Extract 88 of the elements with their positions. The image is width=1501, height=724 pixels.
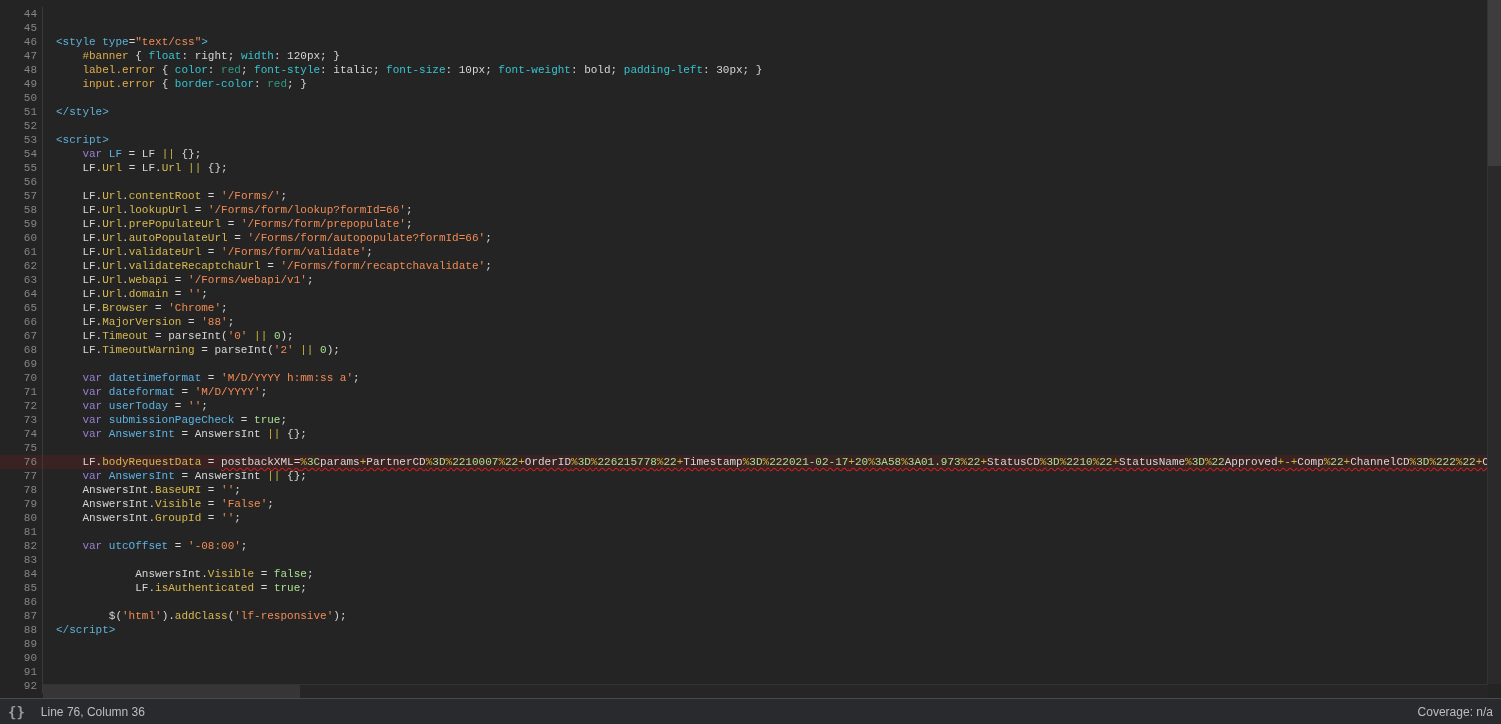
code-line: LF.MajorVersion = '88'; (81, 315, 236, 329)
line-number: 48 (0, 63, 43, 77)
line-number: 58 (0, 203, 43, 217)
code-line: LF.Url.domain = ''; (81, 287, 209, 301)
line-number: 84 (0, 567, 43, 581)
line-number: 82 (0, 539, 43, 553)
line-number: 74 (0, 427, 43, 441)
line-number: 69 (0, 357, 43, 371)
line-number: 89 (0, 637, 43, 651)
line-number: 63 (0, 273, 43, 287)
code-line: LF.TimeoutWarning = parseInt('2' || 0); (81, 343, 341, 357)
pretty-print-button[interactable]: {} (8, 703, 25, 720)
code-line: </style> (55, 105, 110, 119)
line-number: 80 (0, 511, 43, 525)
line-number: 76 (0, 455, 43, 469)
line-number: 83 (0, 553, 43, 567)
code-line: LF.Timeout = parseInt('0' || 0); (81, 329, 295, 343)
code-line: LF.Url.prePopulateUrl = '/Forms/form/prepopulate'; (81, 217, 414, 231)
line-number: 47 (0, 49, 43, 63)
vertical-scrollbar[interactable] (1487, 0, 1501, 684)
code-line: AnswersInt.GroupId = ''; (81, 511, 242, 525)
line-number: 60 (0, 231, 43, 245)
line-number: 59 (0, 217, 43, 231)
line-number: 68 (0, 343, 43, 357)
code-line: LF.Url.autoPopulateUrl = '/Forms/form/autopopulate?formId=66'; (81, 231, 493, 245)
line-number: 91 (0, 665, 43, 679)
code-line: AnswersInt.Visible = false; (134, 567, 315, 581)
line-number: 46 (0, 35, 43, 49)
line-number: 55 (0, 161, 43, 175)
code-line: LF.Url = LF.Url || {}; (81, 161, 229, 175)
code-line: var submissionPageCheck = true; (81, 413, 289, 427)
scrollbar-thumb[interactable] (1488, 0, 1501, 166)
line-number: 57 (0, 189, 43, 203)
code-line: <script> (55, 133, 110, 147)
code-line: var dateformat = 'M/D/YYYY'; (81, 385, 269, 399)
line-number: 54 (0, 147, 43, 161)
code-line: LF.Url.webapi = '/Forms/webapi/v1'; (81, 273, 315, 287)
line-number: 51 (0, 105, 43, 119)
code-line: <style type="text/css"> (55, 35, 209, 49)
line-number: 77 (0, 469, 43, 483)
line-number: 87 (0, 609, 43, 623)
code-line: input.error { border-color: red; } (81, 77, 308, 91)
code-line: var datetimeformat = 'M/D/YYYY h:mm:ss a'; (81, 371, 361, 385)
scrollbar-thumb[interactable] (43, 685, 300, 698)
code-line: $('html').addClass('lf-responsive'); (107, 609, 348, 623)
code-line: LF.Browser = 'Chrome'; (81, 301, 229, 315)
code-line: label.error { color: red; font-style: italic; font-size: 10px; font-weight: bold; padding-left: 30px; } (81, 63, 764, 77)
line-number: 72 (0, 399, 43, 413)
code-line: var userToday = ''; (81, 399, 209, 413)
line-number: 49 (0, 77, 43, 91)
line-number: 44 (0, 7, 43, 21)
line-number: 67 (0, 329, 43, 343)
line-number: 50 (0, 91, 43, 105)
code-line: var AnswersInt = AnswersInt || {}; (81, 469, 308, 483)
code-line: LF.Url.lookupUrl = '/Forms/form/lookup?formId=66'; (81, 203, 414, 217)
line-number: 53 (0, 133, 43, 147)
code-line: AnswersInt.Visible = 'False'; (81, 497, 275, 511)
code-line: </script> (55, 623, 117, 637)
line-number: 62 (0, 259, 43, 273)
code-line: AnswersInt.BaseURI = ''; (81, 483, 242, 497)
cursor-position: Line 76, Column 36 (40, 704, 145, 719)
code-line: var LF = LF || {}; (81, 147, 203, 161)
line-number: 45 (0, 21, 43, 35)
line-number: 79 (0, 497, 43, 511)
line-number: 85 (0, 581, 43, 595)
line-number: 65 (0, 301, 43, 315)
code-line: var utcOffset = '-08:00'; (81, 539, 249, 553)
line-number: 70 (0, 371, 43, 385)
code-line: LF.isAuthenticated = true; (134, 581, 308, 595)
code-line: #banner { float: right; width: 120px; } (81, 49, 341, 63)
line-number: 64 (0, 287, 43, 301)
line-number: 66 (0, 315, 43, 329)
code-line: var AnswersInt = AnswersInt || {}; (81, 427, 308, 441)
line-number: 56 (0, 175, 43, 189)
coverage-status: Coverage: n/a (1417, 704, 1493, 719)
line-number: 81 (0, 525, 43, 539)
line-number: 61 (0, 245, 43, 259)
line-number: 86 (0, 595, 43, 609)
line-number: 73 (0, 413, 43, 427)
line-number: 78 (0, 483, 43, 497)
code-line: LF.Url.contentRoot = '/Forms/'; (81, 189, 289, 203)
line-number: 52 (0, 119, 43, 133)
code-line: LF.Url.validateRecaptchaUrl = '/Forms/form/recaptchavalidate'; (81, 259, 493, 273)
line-number: 71 (0, 385, 43, 399)
line-number: 90 (0, 651, 43, 665)
line-number: 88 (0, 623, 43, 637)
horizontal-scrollbar[interactable] (43, 684, 1488, 698)
code-line: LF.Url.validateUrl = '/Forms/form/validate'; (81, 245, 374, 259)
